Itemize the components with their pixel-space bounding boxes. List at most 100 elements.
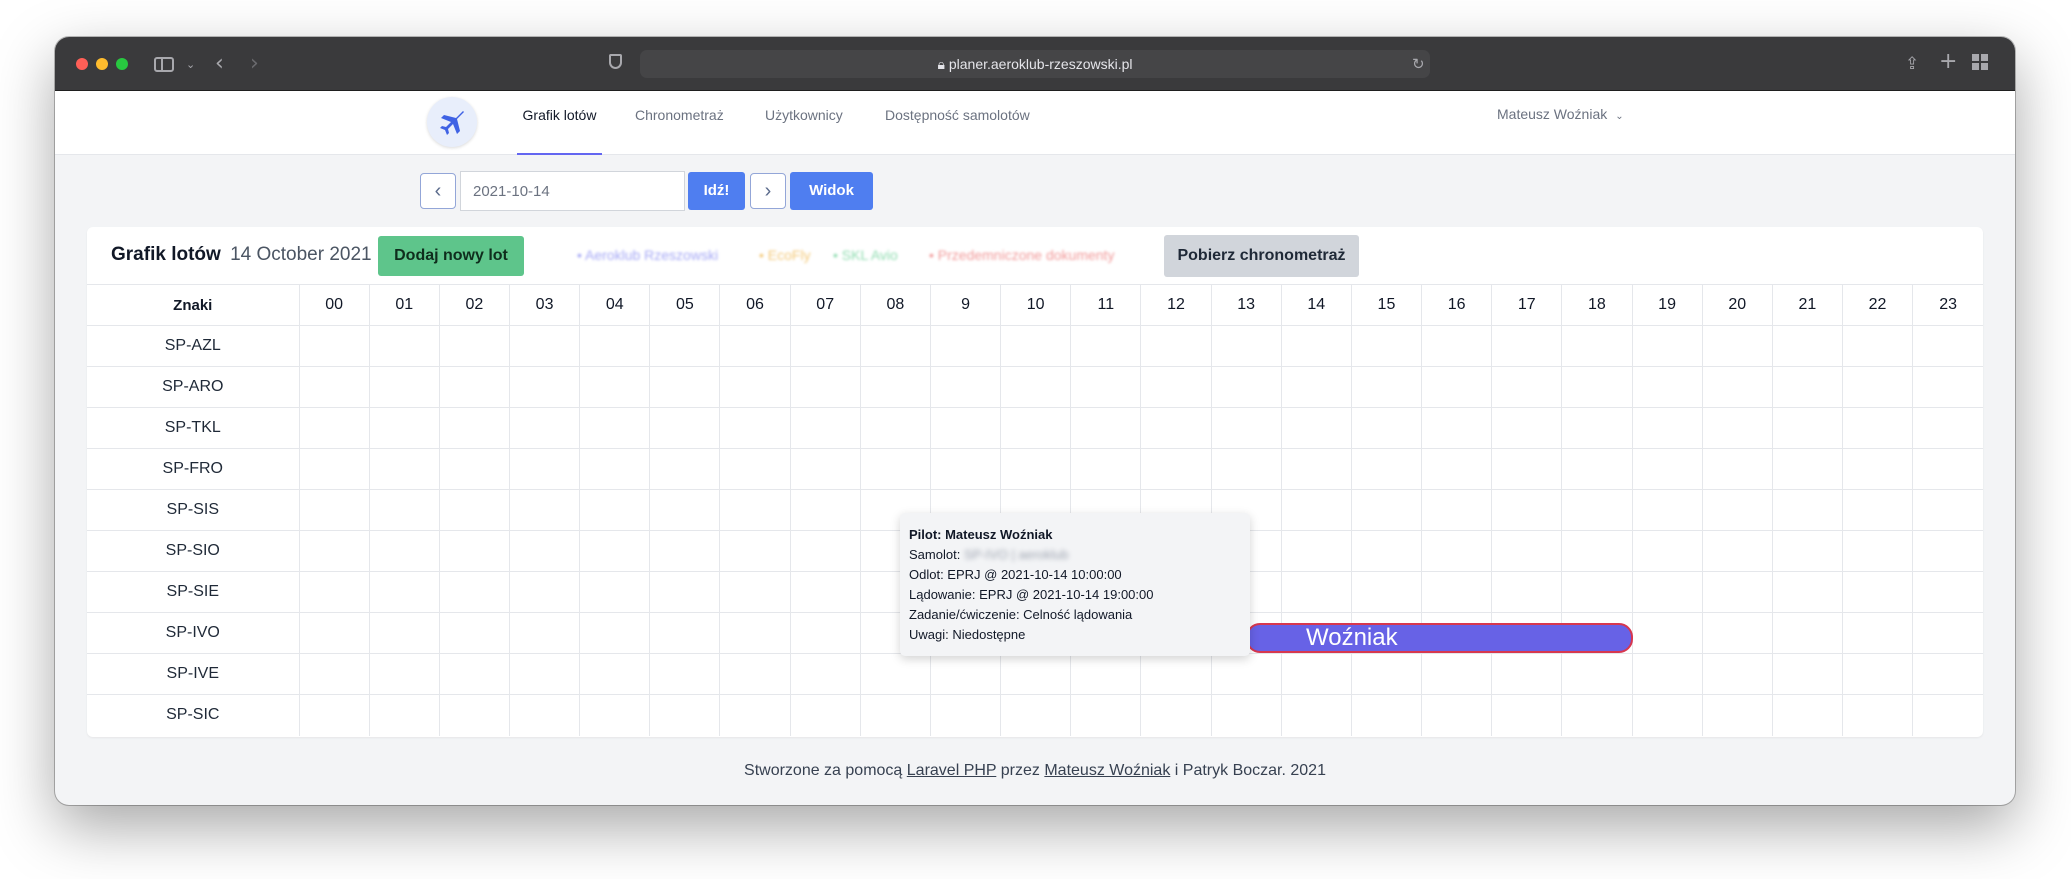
schedule-slot[interactable] [1631,694,1703,736]
schedule-slot[interactable] [1280,448,1352,490]
schedule-slot[interactable] [438,325,511,367]
schedule-slot[interactable] [1631,366,1703,408]
schedule-slot[interactable] [1421,653,1493,695]
schedule-slot[interactable] [1701,407,1773,449]
schedule-slot[interactable] [1561,366,1633,408]
schedule-slot[interactable] [1561,407,1633,449]
chevron-down-icon[interactable]: ⌄ [186,52,195,78]
go-button[interactable]: Idź! [688,172,745,210]
schedule-slot[interactable] [1350,448,1423,490]
schedule-slot[interactable] [508,530,581,572]
schedule-slot[interactable] [368,448,440,490]
schedule-slot[interactable] [508,571,581,613]
schedule-slot[interactable] [1070,407,1142,449]
schedule-slot[interactable] [1000,448,1072,490]
schedule-slot[interactable] [929,325,1002,367]
laravel-link[interactable]: Laravel PHP [907,762,997,779]
schedule-slot[interactable] [1912,653,1984,695]
schedule-slot[interactable] [1701,489,1773,531]
schedule-slot[interactable] [438,366,511,408]
schedule-slot[interactable] [1491,407,1563,449]
schedule-slot[interactable] [1350,407,1423,449]
schedule-slot[interactable] [649,694,721,736]
schedule-slot[interactable] [508,653,581,695]
schedule-slot[interactable] [1631,571,1703,613]
schedule-slot[interactable] [719,448,791,490]
schedule-slot[interactable] [579,407,651,449]
schedule-slot[interactable] [368,366,440,408]
schedule-slot[interactable] [1841,612,1914,654]
schedule-slot[interactable] [579,325,651,367]
schedule-slot[interactable] [859,366,931,408]
schedule-slot[interactable] [859,407,931,449]
schedule-slot[interactable] [859,325,931,367]
schedule-slot[interactable] [1280,366,1352,408]
schedule-slot[interactable] [1912,448,1984,490]
schedule-slot[interactable] [1000,694,1072,736]
schedule-slot[interactable] [789,571,861,613]
schedule-slot[interactable] [649,653,721,695]
schedule-slot[interactable] [1561,489,1633,531]
schedule-slot[interactable] [1561,571,1633,613]
schedule-slot[interactable] [1350,571,1423,613]
schedule-slot[interactable] [508,325,581,367]
schedule-slot[interactable] [1280,571,1352,613]
schedule-slot[interactable] [1350,325,1423,367]
author-link[interactable]: Mateusz Woźniak [1044,762,1170,779]
schedule-slot[interactable] [1771,366,1843,408]
schedule-slot[interactable] [579,448,651,490]
schedule-slot[interactable] [649,448,721,490]
schedule-slot[interactable] [1210,448,1282,490]
schedule-slot[interactable] [929,448,1002,490]
schedule-slot[interactable] [368,530,440,572]
tab-overview-icon[interactable] [1972,54,1988,70]
schedule-slot[interactable] [438,530,511,572]
schedule-slot[interactable] [1841,653,1914,695]
schedule-slot[interactable] [298,530,370,572]
add-flight-button[interactable]: Dodaj nowy lot [378,236,524,276]
share-icon[interactable]: ⇪ [1905,51,1919,77]
download-chronometraz-button[interactable]: Pobierz chronometraż [1164,235,1359,277]
schedule-slot[interactable] [789,489,861,531]
schedule-slot[interactable] [368,325,440,367]
schedule-slot[interactable] [1701,571,1773,613]
schedule-slot[interactable] [1280,530,1352,572]
schedule-slot[interactable] [1912,366,1984,408]
schedule-slot[interactable] [1701,612,1773,654]
schedule-slot[interactable] [649,325,721,367]
schedule-slot[interactable] [1631,653,1703,695]
schedule-slot[interactable] [859,448,931,490]
schedule-slot[interactable] [1631,407,1703,449]
schedule-slot[interactable] [1140,366,1212,408]
schedule-slot[interactable] [1491,530,1563,572]
schedule-slot[interactable] [579,571,651,613]
schedule-slot[interactable] [1631,530,1703,572]
schedule-slot[interactable] [508,448,581,490]
schedule-slot[interactable] [508,612,581,654]
schedule-slot[interactable] [1561,530,1633,572]
schedule-slot[interactable] [1561,325,1633,367]
schedule-slot[interactable] [438,653,511,695]
schedule-slot[interactable] [1701,325,1773,367]
close-window-button[interactable] [76,58,88,70]
back-arrow-icon[interactable]: ‹ [215,51,224,77]
schedule-slot[interactable] [1701,366,1773,408]
schedule-slot[interactable] [579,489,651,531]
schedule-slot[interactable] [1841,325,1914,367]
schedule-slot[interactable] [1841,366,1914,408]
schedule-slot[interactable] [1000,653,1072,695]
schedule-slot[interactable] [1350,694,1423,736]
schedule-slot[interactable] [1421,366,1493,408]
schedule-slot[interactable] [789,694,861,736]
schedule-slot[interactable] [1350,530,1423,572]
schedule-slot[interactable] [1631,612,1703,654]
schedule-slot[interactable] [1280,325,1352,367]
schedule-slot[interactable] [1561,653,1633,695]
schedule-slot[interactable] [1631,325,1703,367]
schedule-slot[interactable] [298,366,370,408]
schedule-slot[interactable] [719,571,791,613]
schedule-slot[interactable] [298,407,370,449]
schedule-slot[interactable] [789,612,861,654]
schedule-slot[interactable] [1701,448,1773,490]
user-menu[interactable]: Mateusz Woźniak ⌄ [1497,91,1624,140]
